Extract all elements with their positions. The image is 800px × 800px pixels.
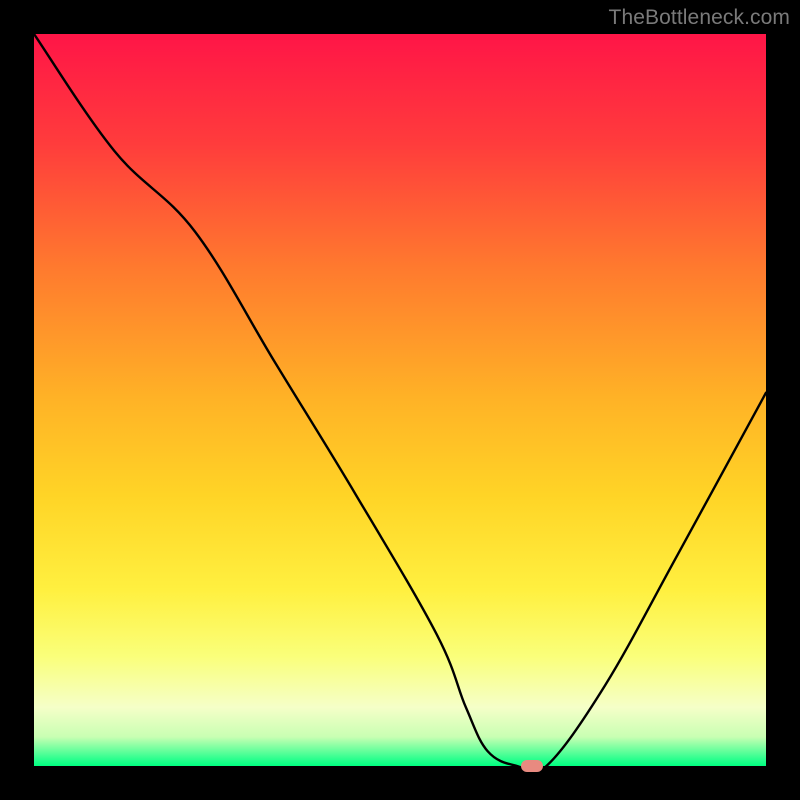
plot-area [34, 34, 766, 766]
bottleneck-curve [34, 34, 766, 766]
watermark-text: TheBottleneck.com [609, 6, 790, 30]
optimal-marker [521, 760, 543, 772]
chart-frame: TheBottleneck.com [0, 0, 800, 800]
